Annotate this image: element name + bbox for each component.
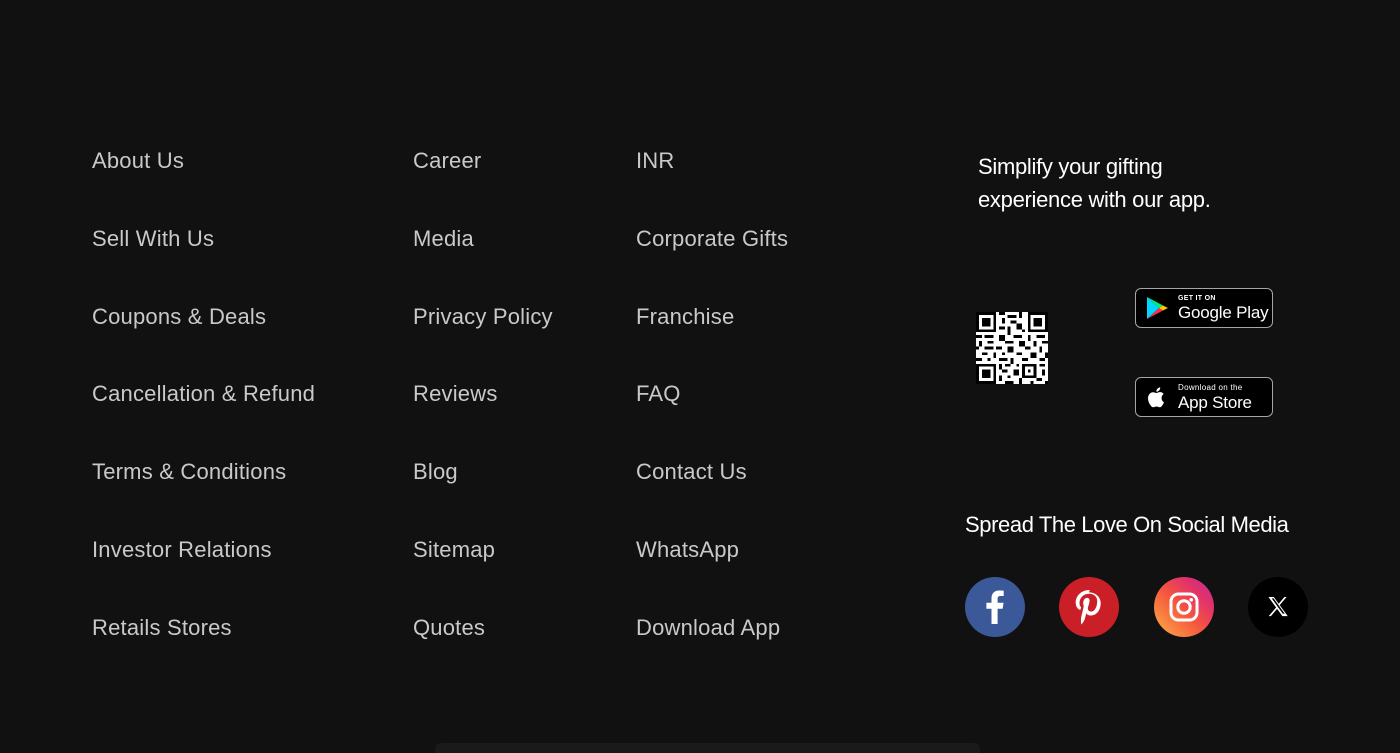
instagram-icon <box>1154 577 1214 637</box>
footer-link-reviews[interactable]: Reviews <box>413 379 498 409</box>
list-item: Franchise <box>636 302 788 380</box>
app-store-small-text: Download on the <box>1178 382 1243 392</box>
footer-link-contact-us[interactable]: Contact Us <box>636 457 747 487</box>
list-item: Cancellation & Refund <box>92 379 315 457</box>
social-media-heading: Spread The Love On Social Media <box>965 512 1289 537</box>
footer-link-cancellation-refund[interactable]: Cancellation & Refund <box>92 379 315 409</box>
footer-link-terms-conditions[interactable]: Terms & Conditions <box>92 457 286 487</box>
x-icon <box>1248 577 1308 637</box>
footer-links-column-2: Career Media Privacy Policy Reviews Blog… <box>413 146 553 691</box>
footer-links-column-1: About Us Sell With Us Coupons & Deals Ca… <box>92 146 315 691</box>
list-item: Contact Us <box>636 457 788 535</box>
apple-icon <box>1148 387 1164 408</box>
list-item: Media <box>413 224 553 302</box>
google-play-small-text: GET IT ON <box>1178 295 1216 302</box>
list-item: Coupons & Deals <box>92 302 315 380</box>
list-item: Sell With Us <box>92 224 315 302</box>
footer-link-investor-relations[interactable]: Investor Relations <box>92 535 272 565</box>
list-item: Corporate Gifts <box>636 224 788 302</box>
list-item: FAQ <box>636 379 788 457</box>
facebook-link[interactable] <box>965 577 1025 637</box>
list-item: INR <box>636 146 788 224</box>
list-item: Download App <box>636 613 788 691</box>
footer-links-column-3: INR Corporate Gifts Franchise FAQ Contac… <box>636 146 788 691</box>
facebook-icon <box>965 577 1025 637</box>
footer-link-sitemap[interactable]: Sitemap <box>413 535 495 565</box>
list-item: Retails Stores <box>92 613 315 691</box>
bottom-bar <box>435 743 980 753</box>
footer-link-download-app[interactable]: Download App <box>636 613 780 643</box>
app-tagline-line-1: Simplify your gifting <box>978 154 1163 179</box>
footer-link-corporate-gifts[interactable]: Corporate Gifts <box>636 224 788 254</box>
instagram-link[interactable] <box>1154 577 1214 637</box>
list-item: About Us <box>92 146 315 224</box>
footer-link-retails-stores[interactable]: Retails Stores <box>92 613 232 643</box>
footer-link-sell-with-us[interactable]: Sell With Us <box>92 224 214 254</box>
site-footer: About Us Sell With Us Coupons & Deals Ca… <box>0 0 1400 753</box>
list-item: Career <box>413 146 553 224</box>
list-item: Blog <box>413 457 553 535</box>
x-link[interactable] <box>1248 577 1308 637</box>
google-play-big-text: Google Play <box>1178 303 1269 322</box>
footer-link-currency-inr[interactable]: INR <box>636 146 675 176</box>
footer-link-privacy-policy[interactable]: Privacy Policy <box>413 302 553 332</box>
footer-link-blog[interactable]: Blog <box>413 457 458 487</box>
list-item: WhatsApp <box>636 535 788 613</box>
footer-link-media[interactable]: Media <box>413 224 474 254</box>
pinterest-icon <box>1059 577 1119 637</box>
qr-code-icon <box>976 312 1048 384</box>
footer-link-career[interactable]: Career <box>413 146 481 176</box>
pinterest-link[interactable] <box>1059 577 1119 637</box>
google-play-badge-button[interactable]: GET IT ON Google Play <box>1135 288 1273 328</box>
app-store-badge-button[interactable]: Download on the App Store <box>1135 377 1273 417</box>
list-item: Reviews <box>413 379 553 457</box>
app-store-big-text: App Store <box>1178 392 1252 412</box>
list-item: Terms & Conditions <box>92 457 315 535</box>
footer-link-whatsapp[interactable]: WhatsApp <box>636 535 739 565</box>
footer-link-coupons-deals[interactable]: Coupons & Deals <box>92 302 266 332</box>
list-item: Sitemap <box>413 535 553 613</box>
list-item: Investor Relations <box>92 535 315 613</box>
footer-link-about-us[interactable]: About Us <box>92 146 184 176</box>
footer-link-franchise[interactable]: Franchise <box>636 302 734 332</box>
list-item: Privacy Policy <box>413 302 553 380</box>
app-tagline-line-2: experience with our app. <box>978 187 1211 212</box>
google-play-icon <box>1147 297 1168 319</box>
footer-link-faq[interactable]: FAQ <box>636 379 681 409</box>
app-tagline: Simplify your gifting experience with ou… <box>978 150 1278 216</box>
footer-link-quotes[interactable]: Quotes <box>413 613 485 643</box>
list-item: Quotes <box>413 613 553 691</box>
